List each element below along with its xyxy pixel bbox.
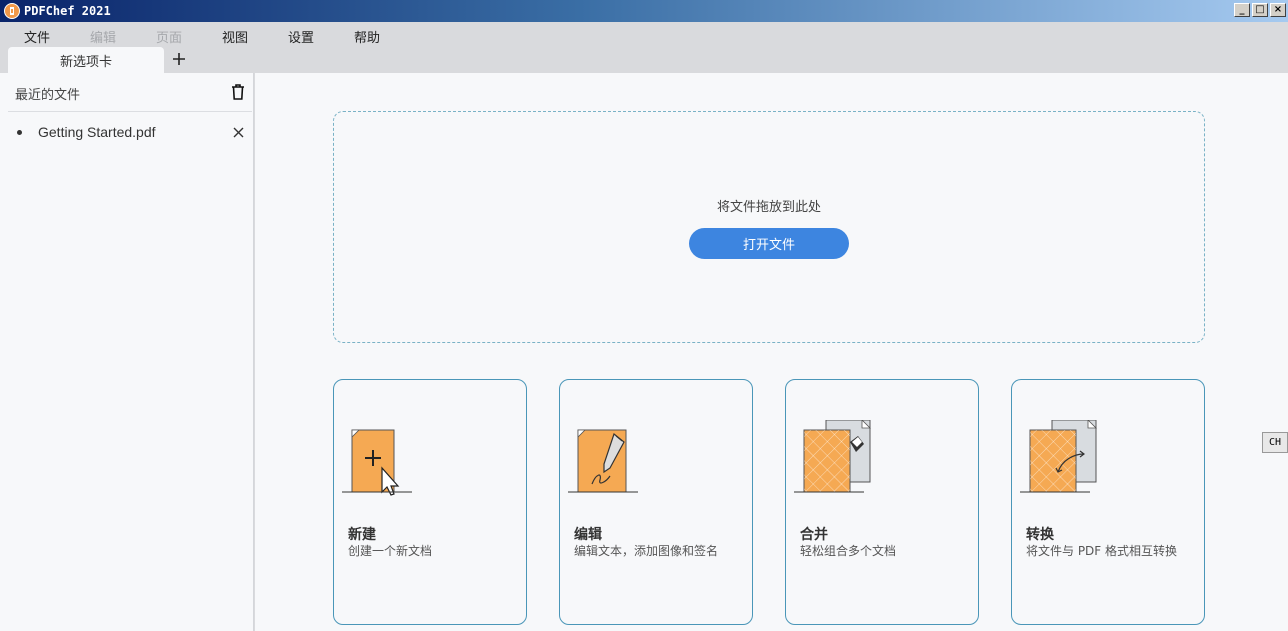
recent-file-name[interactable]: Getting Started.pdf — [38, 124, 156, 140]
tab-label: 新选项卡 — [59, 54, 112, 70]
ime-indicator[interactable]: CH — [1262, 432, 1288, 453]
menu-page[interactable]: 页面 — [156, 27, 182, 46]
main-area: 将文件拖放到此处 打开文件 新建 创建一个新文档 编辑 编辑文本，添加图像和签名 — [255, 73, 1288, 631]
app-logo-icon — [4, 3, 20, 19]
card-new[interactable]: 新建 创建一个新文档 — [333, 379, 527, 625]
open-file-button[interactable]: 打开文件 — [689, 228, 849, 259]
add-tab-button[interactable] — [170, 50, 188, 68]
remove-recent-icon[interactable] — [233, 127, 244, 138]
divider — [8, 111, 252, 112]
card-description: 创建一个新文档 — [348, 544, 433, 558]
convert-document-icon — [1020, 420, 1097, 493]
minimize-button[interactable]: _ — [1234, 3, 1250, 17]
recent-file-item[interactable]: Getting Started.pdf — [0, 122, 254, 144]
close-window-button[interactable]: × — [1270, 3, 1286, 17]
drop-zone[interactable]: 将文件拖放到此处 打开文件 — [333, 111, 1205, 343]
window-title: PDFChef 2021 — [24, 4, 111, 18]
card-title: 合并 — [800, 527, 828, 543]
menu-help[interactable]: 帮助 — [354, 27, 380, 46]
menu-view[interactable]: 视图 — [222, 27, 248, 46]
recent-files-heading: 最近的文件 — [15, 88, 81, 103]
card-convert[interactable]: 转换 将文件与 PDF 格式相互转换 — [1011, 379, 1205, 625]
card-description: 轻松组合多个文档 — [800, 544, 897, 558]
title-bar: PDFChef 2021 _ □ × — [0, 0, 1288, 22]
tab-new[interactable]: 新选项卡 — [8, 47, 164, 73]
merge-documents-icon — [794, 420, 871, 493]
plus-icon — [173, 53, 185, 65]
menu-file[interactable]: 文件 — [24, 27, 50, 46]
menu-edit[interactable]: 编辑 — [90, 27, 116, 46]
card-merge[interactable]: 合并 轻松组合多个文档 — [785, 379, 979, 625]
new-document-icon — [342, 429, 412, 496]
clear-recent-button[interactable] — [231, 84, 245, 100]
card-title: 转换 — [1026, 527, 1054, 543]
card-edit[interactable]: 编辑 编辑文本，添加图像和签名 — [559, 379, 753, 625]
card-title: 新建 — [348, 527, 376, 543]
tab-strip: 新选项卡 — [0, 46, 1288, 73]
edit-document-icon — [568, 429, 638, 493]
trash-icon — [232, 84, 244, 100]
bullet-icon — [17, 130, 22, 135]
card-title: 编辑 — [574, 527, 602, 543]
sidebar: 最近的文件 Getting Started.pdf — [0, 73, 254, 631]
menu-settings[interactable]: 设置 — [288, 27, 314, 46]
menu-bar: 文件 编辑 页面 视图 设置 帮助 — [0, 22, 1288, 46]
card-description: 编辑文本，添加图像和签名 — [574, 544, 719, 558]
card-description: 将文件与 PDF 格式相互转换 — [1026, 544, 1178, 558]
maximize-button[interactable]: □ — [1252, 3, 1268, 17]
drop-zone-text: 将文件拖放到此处 — [716, 200, 821, 215]
